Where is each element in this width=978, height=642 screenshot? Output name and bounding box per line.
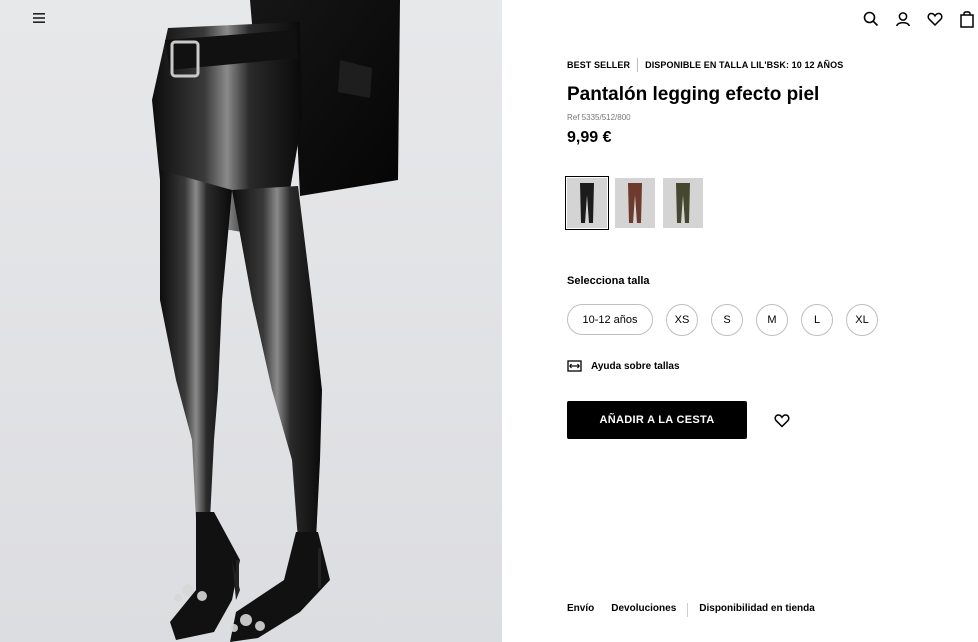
product-reference: Ref 5335/512/800: [567, 113, 631, 122]
size-option-10-12[interactable]: 10-12 años: [567, 304, 653, 335]
size-option-xs[interactable]: XS: [666, 304, 698, 336]
size-selector: 10-12 años XS S M L XL: [567, 304, 878, 336]
store-availability-link[interactable]: Disponibilidad en tienda: [699, 603, 815, 617]
badge-best-seller: BEST SELLER: [567, 60, 631, 70]
color-swatch-black[interactable]: [565, 176, 609, 230]
link-divider: [687, 603, 689, 617]
menu-button[interactable]: [30, 9, 48, 27]
returns-link[interactable]: Devoluciones: [611, 603, 676, 617]
size-help-label: Ayuda sobre tallas: [591, 360, 680, 372]
size-help-link[interactable]: Ayuda sobre tallas: [567, 360, 680, 372]
product-title: Pantalón legging efecto piel: [567, 84, 820, 105]
product-info-links: Envío Devoluciones Disponibilidad en tie…: [567, 603, 815, 617]
size-option-l[interactable]: L: [801, 304, 833, 336]
product-badges: BEST SELLER DISPONIBLE EN TALLA LIL'BSK:…: [567, 58, 843, 72]
color-swatch-brown[interactable]: [615, 178, 655, 228]
product-price: 9,99 €: [567, 129, 612, 146]
shipping-link[interactable]: Envío: [567, 603, 594, 617]
badge-divider: [637, 58, 639, 72]
ruler-icon: [567, 360, 582, 372]
leather-leggings-photo: [152, 0, 400, 642]
leggings-thumbnail: [676, 183, 690, 223]
leggings-thumbnail: [580, 183, 594, 223]
leggings-thumbnail: [628, 183, 642, 223]
product-details: BEST SELLER DISPONIBLE EN TALLA LIL'BSK:…: [565, 0, 967, 642]
size-option-s[interactable]: S: [711, 304, 743, 336]
product-image: [0, 0, 502, 642]
badge-kids-size: DISPONIBLE EN TALLA LIL'BSK: 10 12 AÑOS: [645, 60, 844, 70]
size-option-xl[interactable]: XL: [846, 304, 878, 336]
hamburger-icon: [33, 13, 45, 23]
color-swatch-khaki[interactable]: [663, 178, 703, 228]
color-selector: [565, 176, 703, 230]
size-option-m[interactable]: M: [756, 304, 788, 336]
add-to-wishlist-button[interactable]: [772, 410, 792, 430]
add-to-cart-button[interactable]: AÑADIR A LA CESTA: [567, 401, 747, 439]
heart-icon: [774, 413, 790, 428]
size-label: Selecciona talla: [567, 275, 650, 287]
